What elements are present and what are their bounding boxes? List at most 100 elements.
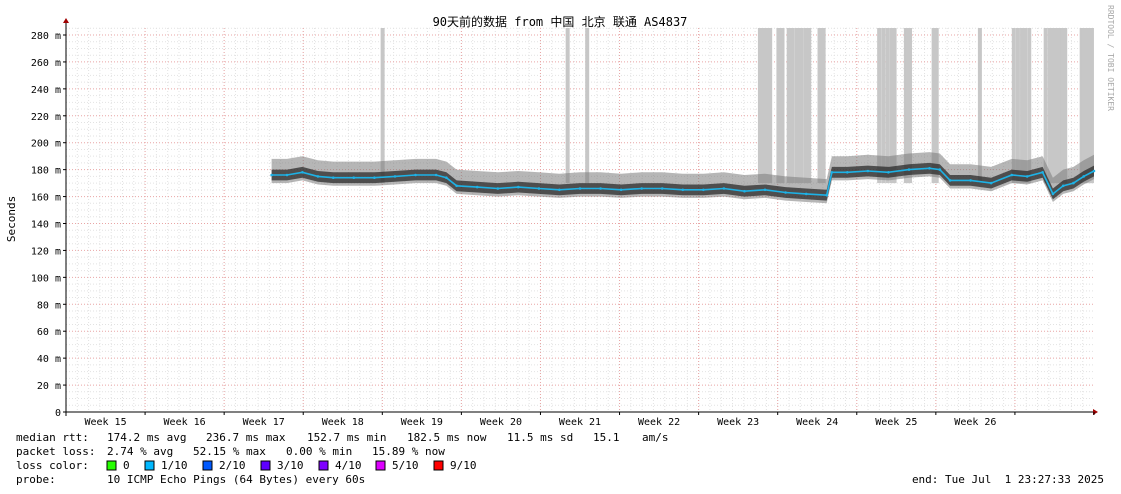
loss-spike	[799, 28, 804, 184]
end-time: end: Tue Jul 1 23:27:33 2025	[912, 473, 1104, 486]
x-tick-label: Week 24	[796, 417, 838, 428]
loss-color-label-item: 4/10	[335, 459, 362, 472]
y-tick-label: 20 m	[37, 381, 61, 392]
median-rtt-avg: 174.2 ms avg	[107, 431, 186, 444]
median-rtt-point	[1072, 181, 1075, 185]
median-rtt-point	[969, 179, 972, 182]
packet-loss-min: 0.00 % min	[286, 445, 352, 458]
loss-color-label-item: 2/10	[219, 459, 246, 472]
median-rtt-label: median rtt:	[16, 431, 89, 444]
loss-color-label-item: 3/10	[277, 459, 304, 472]
y-tick-label: 40 m	[37, 354, 61, 365]
median-rtt-point	[1092, 169, 1096, 173]
loss-spike	[790, 28, 795, 184]
median-rtt-now: 182.5 ms now	[407, 431, 487, 444]
loss-color-swatch	[202, 460, 213, 471]
packet-loss-label: packet loss:	[16, 445, 95, 458]
loss-spike	[821, 28, 826, 184]
loss-color-swatch	[375, 460, 386, 471]
rrdtool-watermark: RRDTOOL / TOBI OETIKER	[1106, 5, 1115, 111]
loss-color-label-item: 0	[123, 459, 130, 472]
y-tick-label: 280 m	[31, 31, 61, 42]
median-rtt-point	[1082, 175, 1085, 178]
median-rtt-point	[316, 175, 320, 178]
y-axis-label: Seconds	[5, 196, 18, 242]
x-tick-label: Week 26	[954, 417, 996, 428]
loss-spike	[380, 28, 385, 184]
packet-loss-row: packet loss: 2.74 % avg 52.15 % max 0.00…	[16, 445, 445, 458]
y-tick-label: 100 m	[31, 273, 61, 284]
median-rtt-point	[270, 173, 273, 177]
x-tick-label: Week 17	[243, 417, 285, 428]
median-rtt-point	[517, 185, 520, 189]
y-tick-label: 240 m	[31, 85, 61, 96]
median-rtt-point	[763, 188, 767, 192]
probe-text: 10 ICMP Echo Pings (64 Bytes) every 60s	[107, 473, 365, 486]
median-rtt-point	[660, 187, 664, 190]
y-tick-label: 160 m	[31, 193, 61, 204]
y-tick-label: 120 m	[31, 246, 61, 257]
median-rtt-ams: 15.1	[593, 431, 620, 444]
median-rtt-point	[846, 171, 849, 174]
loss-color-label-item: 5/10	[392, 459, 419, 472]
median-rtt-point	[722, 187, 726, 190]
loss-color-swatch	[433, 460, 444, 471]
median-rtt-point	[434, 173, 438, 177]
median-rtt-point	[784, 191, 787, 194]
median-rtt-point	[681, 188, 685, 192]
median-rtt-point	[1010, 173, 1014, 177]
loss-spike	[565, 28, 570, 184]
median-rtt-point	[599, 187, 602, 190]
loss-color-label-item: 9/10	[450, 459, 477, 472]
y-tick-label: 0	[55, 408, 61, 419]
median-rtt-row: median rtt: 174.2 ms avg 236.7 ms max 15…	[16, 431, 669, 444]
median-rtt-point	[285, 173, 289, 177]
loss-color-label: loss color:	[16, 459, 89, 472]
x-tick-label: Week 15	[84, 417, 126, 428]
x-tick-label: Week 18	[322, 417, 364, 428]
loss-spike	[780, 28, 785, 184]
y-tick-label: 80 m	[37, 300, 61, 311]
median-rtt-point	[332, 176, 335, 179]
x-tick-label: Week 25	[875, 417, 917, 428]
loss-spike	[807, 28, 812, 184]
x-tick-label: Week 21	[559, 417, 601, 428]
median-rtt-point	[1051, 192, 1055, 196]
median-rtt-point	[640, 187, 643, 190]
median-rtt-point	[702, 188, 705, 192]
median-rtt-point	[825, 193, 828, 197]
median-rtt-max: 236.7 ms max	[206, 431, 286, 444]
median-rtt-point	[928, 167, 931, 170]
x-tick-label: Week 19	[401, 417, 443, 428]
median-rtt-point	[804, 192, 808, 196]
loss-color-label-item: 1/10	[161, 459, 188, 472]
median-rtt-point	[989, 181, 993, 185]
median-rtt-point	[866, 169, 870, 173]
loss-color-swatch	[318, 460, 329, 471]
packet-loss-max: 52.15 % max	[193, 445, 266, 458]
median-rtt-point	[445, 176, 448, 179]
packet-loss-avg: 2.74 % avg	[107, 445, 173, 458]
median-rtt-ams-unit: am/s	[642, 431, 669, 444]
y-tick-label: 60 m	[37, 327, 61, 338]
y-tick-labels: 0 20 m 40 m 60 m 80 m 100 m 120 m 140 m 160 m 180…	[31, 31, 66, 419]
probe-label: probe:	[16, 473, 56, 486]
loss-spike	[977, 28, 982, 184]
median-rtt-point	[373, 176, 376, 179]
median-rtt-point	[619, 188, 623, 192]
x-tick-label: Week 16	[164, 417, 206, 428]
median-rtt-point	[887, 171, 890, 174]
loss-spike	[1063, 28, 1068, 184]
loss-spike	[1023, 28, 1028, 184]
median-rtt-point	[830, 171, 834, 174]
y-tick-label: 140 m	[31, 220, 61, 231]
loss-color-swatch	[144, 460, 155, 471]
median-rtt-point	[301, 171, 304, 174]
y-tick-label: 200 m	[31, 139, 61, 150]
y-tick-label: 180 m	[31, 166, 61, 177]
median-rtt-point	[1025, 175, 1029, 178]
median-rtt-point	[496, 187, 500, 190]
median-rtt-point	[1041, 171, 1044, 174]
packet-loss-now: 15.89 % now	[372, 445, 445, 458]
median-rtt-point	[1061, 184, 1065, 188]
